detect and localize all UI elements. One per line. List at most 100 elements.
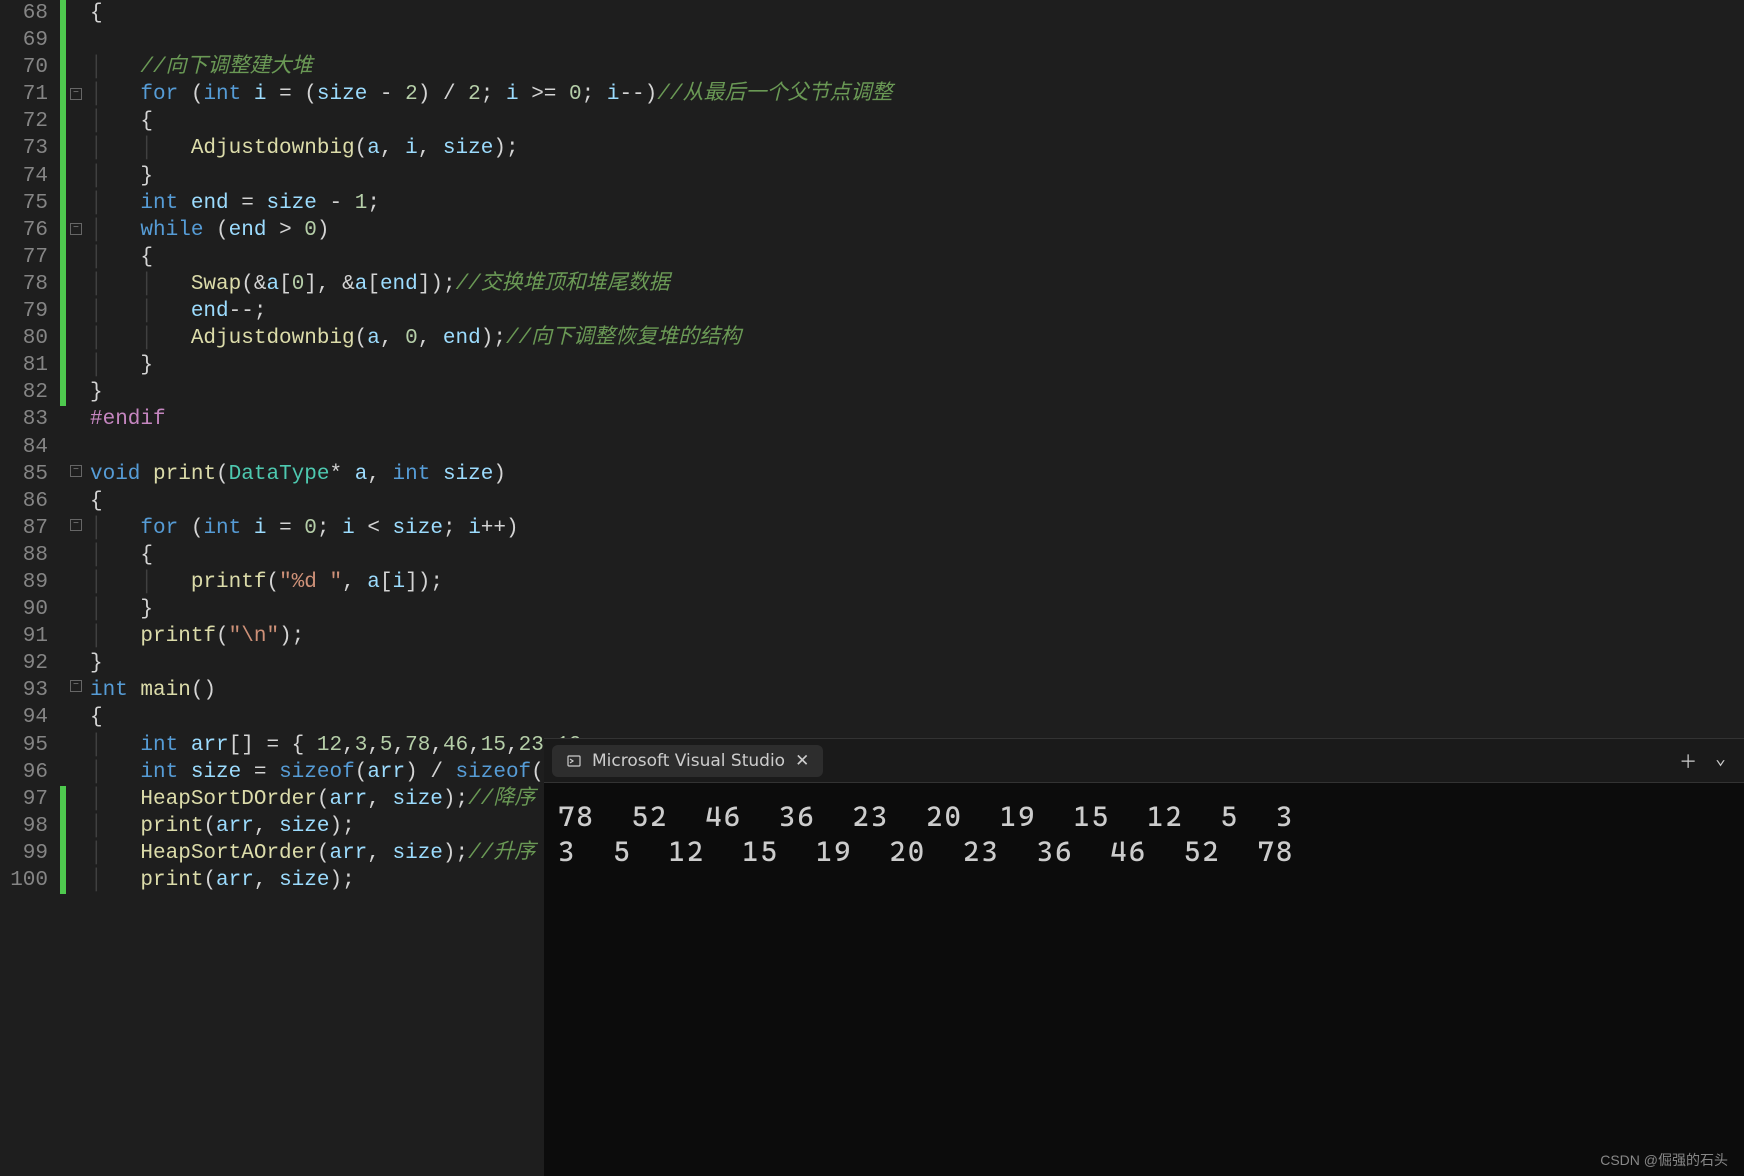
fold-toggle[interactable]: − xyxy=(70,465,82,477)
line-number: 75 xyxy=(0,190,48,217)
code-line[interactable]: │ int end = size - 1; xyxy=(86,190,1744,217)
line-number: 87 xyxy=(0,515,48,542)
line-number: 94 xyxy=(0,704,48,731)
code-line[interactable]: │ │ Adjustdownbig(a, i, size); xyxy=(86,135,1744,162)
code-line[interactable]: │ │ printf("%d ", a[i]); xyxy=(86,569,1744,596)
terminal-tabs: Microsoft Visual Studio ✕ ＋ ⌄ xyxy=(544,739,1744,783)
code-line[interactable]: void print(DataType* a, int size) xyxy=(86,461,1744,488)
fold-toggle xyxy=(66,592,86,619)
fold-toggle xyxy=(66,323,86,350)
line-number: 92 xyxy=(0,650,48,677)
fold-toggle xyxy=(66,27,86,54)
line-number: 100 xyxy=(0,867,48,894)
line-number: 91 xyxy=(0,623,48,650)
fold-toggle xyxy=(66,862,86,889)
fold-toggle[interactable]: − xyxy=(70,88,82,100)
add-tab-button[interactable]: ＋ xyxy=(1679,748,1697,774)
terminal-output: 78 52 46 36 23 20 19 15 12 5 3 3 5 12 15… xyxy=(544,783,1744,885)
fold-toggle xyxy=(66,296,86,323)
code-line[interactable]: │ } xyxy=(86,596,1744,623)
code-line[interactable]: } xyxy=(86,650,1744,677)
fold-toggle xyxy=(66,134,86,161)
fold-toggle xyxy=(66,189,86,216)
code-line[interactable] xyxy=(86,434,1744,461)
fold-toggle xyxy=(66,107,86,134)
code-line[interactable]: } xyxy=(86,379,1744,406)
fold-toggle xyxy=(66,646,86,673)
code-line[interactable]: │ │ end--; xyxy=(86,298,1744,325)
line-number: 89 xyxy=(0,569,48,596)
fold-toggle xyxy=(66,780,86,807)
code-line[interactable]: │ for (int i = 0; i < size; i++) xyxy=(86,515,1744,542)
fold-toggle xyxy=(66,565,86,592)
line-number: 79 xyxy=(0,298,48,325)
code-line[interactable]: { xyxy=(86,488,1744,515)
code-line[interactable]: │ } xyxy=(86,163,1744,190)
line-number: 76 xyxy=(0,217,48,244)
watermark: CSDN @倔强的石头 xyxy=(1600,1150,1728,1170)
fold-column[interactable]: − − − − − xyxy=(66,0,86,1176)
fold-toggle xyxy=(66,0,86,27)
line-number: 68 xyxy=(0,0,48,27)
code-line[interactable]: │ printf("\n"); xyxy=(86,623,1744,650)
code-line[interactable]: │ //向下调整建大堆 xyxy=(86,54,1744,81)
code-line[interactable]: │ │ Swap(&a[0], &a[end]);//交换堆顶和堆尾数据 xyxy=(86,271,1744,298)
line-number: 72 xyxy=(0,108,48,135)
fold-toggle xyxy=(66,404,86,431)
fold-toggle xyxy=(66,431,86,458)
line-number: 83 xyxy=(0,406,48,433)
line-number: 97 xyxy=(0,786,48,813)
line-number: 69 xyxy=(0,27,48,54)
line-number: 99 xyxy=(0,840,48,867)
code-line[interactable] xyxy=(86,27,1744,54)
code-line[interactable]: │ for (int i = (size - 2) / 2; i >= 0; i… xyxy=(86,81,1744,108)
fold-toggle xyxy=(66,484,86,511)
fold-toggle xyxy=(66,242,86,269)
terminal-panel[interactable]: Microsoft Visual Studio ✕ ＋ ⌄ 78 52 46 3… xyxy=(544,738,1744,1176)
code-line[interactable]: int main() xyxy=(86,677,1744,704)
terminal-tab[interactable]: Microsoft Visual Studio ✕ xyxy=(552,745,823,777)
code-line[interactable]: #endif xyxy=(86,406,1744,433)
line-number: 86 xyxy=(0,488,48,515)
vs-icon xyxy=(566,753,582,769)
line-number-gutter: 6869707172737475767778798081828384858687… xyxy=(0,0,60,1176)
fold-toggle[interactable]: − xyxy=(70,519,82,531)
line-number: 90 xyxy=(0,596,48,623)
code-line[interactable]: │ { xyxy=(86,108,1744,135)
code-line[interactable]: { xyxy=(86,0,1744,27)
fold-toggle xyxy=(66,377,86,404)
fold-toggle xyxy=(66,619,86,646)
fold-toggle[interactable]: − xyxy=(70,680,82,692)
line-number: 80 xyxy=(0,325,48,352)
terminal-tab-title: Microsoft Visual Studio xyxy=(592,751,785,771)
fold-toggle xyxy=(66,726,86,753)
fold-toggle xyxy=(66,161,86,188)
terminal-actions: ＋ ⌄ xyxy=(1679,748,1736,774)
line-number: 88 xyxy=(0,542,48,569)
line-number: 98 xyxy=(0,813,48,840)
fold-toggle xyxy=(66,54,86,81)
line-number: 74 xyxy=(0,163,48,190)
close-icon[interactable]: ✕ xyxy=(795,751,809,771)
fold-toggle xyxy=(66,269,86,296)
line-number: 95 xyxy=(0,732,48,759)
fold-toggle xyxy=(66,834,86,861)
fold-toggle xyxy=(66,538,86,565)
line-number: 85 xyxy=(0,461,48,488)
code-line[interactable]: { xyxy=(86,704,1744,731)
fold-toggle[interactable]: − xyxy=(70,223,82,235)
line-number: 71 xyxy=(0,81,48,108)
fold-toggle xyxy=(66,753,86,780)
line-number: 81 xyxy=(0,352,48,379)
code-line[interactable]: │ } xyxy=(86,352,1744,379)
line-number: 84 xyxy=(0,434,48,461)
fold-toggle xyxy=(66,807,86,834)
line-number: 70 xyxy=(0,54,48,81)
fold-toggle xyxy=(66,350,86,377)
code-line[interactable]: │ { xyxy=(86,244,1744,271)
dropdown-icon[interactable]: ⌄ xyxy=(1715,748,1726,774)
code-line[interactable]: │ { xyxy=(86,542,1744,569)
code-line[interactable]: │ │ Adjustdownbig(a, 0, end);//向下调整恢复堆的结… xyxy=(86,325,1744,352)
line-number: 77 xyxy=(0,244,48,271)
code-line[interactable]: │ while (end > 0) xyxy=(86,217,1744,244)
